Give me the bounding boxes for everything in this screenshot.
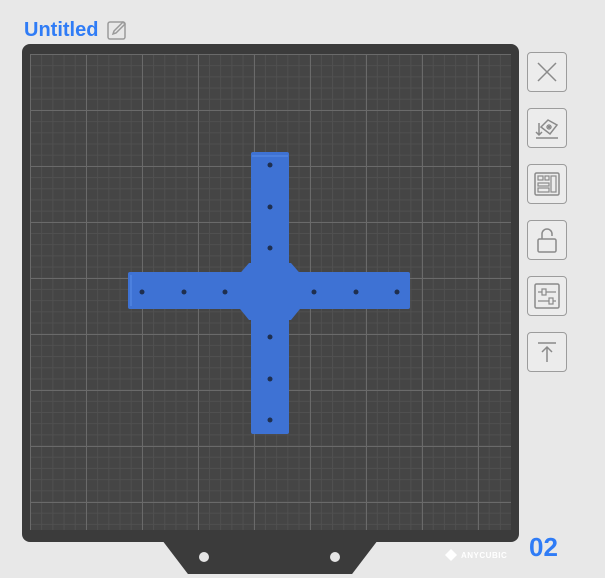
plate-number: 02	[529, 532, 558, 562]
auto-arrange-icon	[534, 172, 560, 196]
lock-plate-button[interactable]	[527, 220, 567, 260]
plate-settings-button[interactable]	[527, 276, 567, 316]
model-hole	[181, 289, 187, 295]
lock-icon	[537, 228, 557, 253]
move-to-top-icon	[538, 342, 556, 362]
auto-orient-icon	[535, 119, 559, 139]
model-hole	[394, 289, 400, 295]
delete-plate-button[interactable]	[527, 52, 567, 92]
adjust-sliders-icon	[534, 283, 560, 309]
brand-text: ANYCUBIC	[461, 550, 508, 560]
model-hole	[139, 289, 145, 295]
model-hole	[222, 289, 228, 295]
model-hole	[267, 245, 273, 251]
cross-model[interactable]	[0, 0, 605, 578]
move-to-top-button[interactable]	[527, 332, 567, 372]
model-hole	[311, 289, 317, 295]
model-hole	[353, 289, 359, 295]
auto-orient-button[interactable]	[527, 108, 567, 148]
model-hole	[267, 162, 273, 168]
model-hole	[267, 204, 273, 210]
brand-mark: ANYCUBIC	[445, 549, 507, 561]
model-hole	[267, 417, 273, 423]
anycubic-logo-icon	[445, 549, 457, 561]
close-x-icon	[537, 62, 557, 82]
model-hole	[267, 334, 273, 340]
model-center-hub	[236, 263, 304, 320]
model-hole	[267, 376, 273, 382]
auto-arrange-button[interactable]	[527, 164, 567, 204]
